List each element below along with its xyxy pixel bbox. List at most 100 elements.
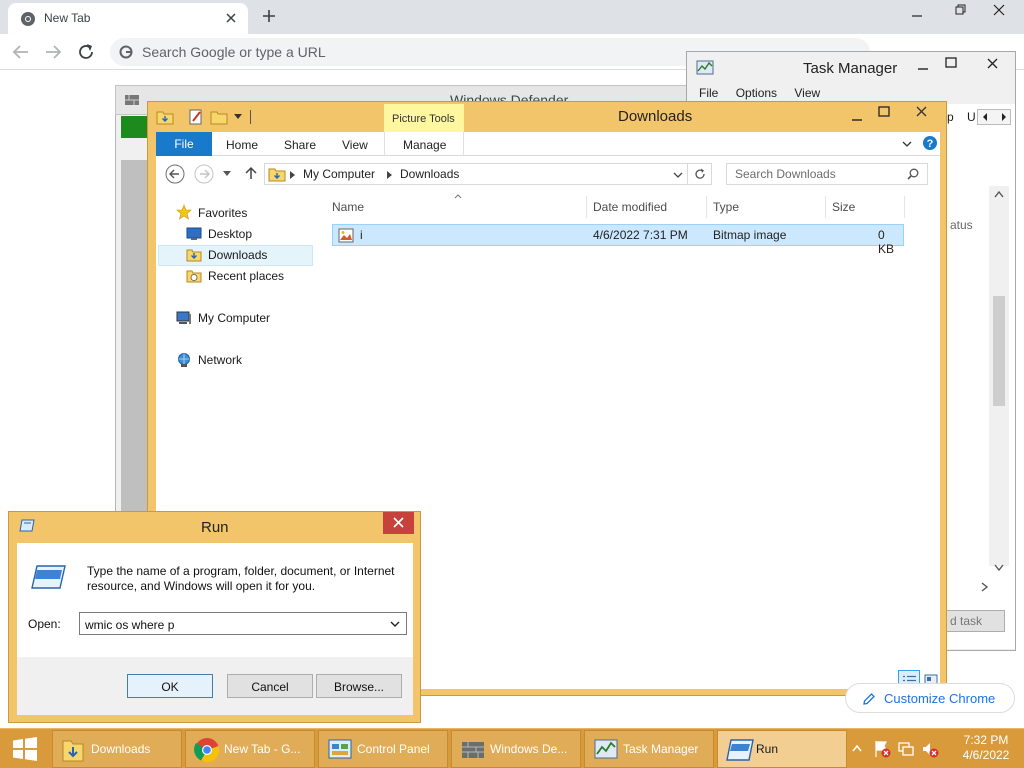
tm-scroll-thumb[interactable] [993,296,1005,406]
refresh-button[interactable] [688,163,712,185]
ribbon-tab-home[interactable]: Home [226,138,258,152]
help-icon[interactable]: ? [922,135,938,151]
network-tray-icon[interactable] [897,740,915,758]
run-title: Run [201,519,229,536]
tm-tab-fragment-b[interactable]: U [967,110,976,124]
new-folder-icon[interactable] [210,108,228,126]
minimize-chrome-icon[interactable] [911,10,923,22]
ribbon-tab-share[interactable]: Share [284,138,316,152]
nav-forward-icon[interactable] [194,164,214,184]
breadcrumb-my-computer[interactable]: My Computer [303,167,375,181]
column-separator[interactable] [825,196,826,218]
taskbar-explorer-icon [62,740,84,762]
column-separator[interactable] [586,196,587,218]
nav-back-icon[interactable] [165,164,185,184]
nav-network[interactable]: Network [198,353,242,367]
ribbon-tab-file[interactable]: File [156,132,212,156]
nav-downloads[interactable]: Downloads [208,248,267,262]
chrome-tab-new-tab[interactable]: New Tab [8,3,248,34]
explorer-close-button[interactable] [900,102,944,122]
new-tab-icon[interactable] [262,9,276,23]
ribbon-tab-manage[interactable]: Manage [403,138,446,152]
system-clock[interactable]: 7:32 PM 4/6/2022 [952,733,1020,763]
ok-button[interactable]: OK [127,674,213,698]
properties-icon[interactable] [188,108,204,126]
nav-favorites[interactable]: Favorites [198,206,247,220]
cancel-button[interactable]: Cancel [227,674,313,698]
column-separator[interactable] [706,196,707,218]
tm-scroll-right-icon[interactable] [981,582,989,592]
run-titlebar-icon [19,519,35,532]
close-tab-icon[interactable] [226,13,236,23]
taskbar-item-windows-defender[interactable]: Windows De... [451,730,581,768]
tm-scroll-up-icon[interactable] [994,190,1004,198]
address-bar[interactable]: My Computer Downloads [264,163,688,185]
taskbar-label-downloads: Downloads [91,742,151,756]
column-separator[interactable] [904,196,905,218]
tm-menu-view[interactable]: View [794,86,820,100]
taskbar-item-control-panel[interactable]: Control Panel [318,730,448,768]
explorer-titlebar[interactable]: Picture Tools Downloads [148,102,946,132]
run-history-dropdown[interactable] [385,613,406,634]
address-dropdown-icon[interactable] [673,172,683,178]
column-header-size[interactable]: Size [832,200,855,214]
tm-tab-scroll[interactable] [977,109,1011,125]
taskbar-item-task-manager[interactable]: Task Manager [584,730,714,768]
customize-chrome-label: Customize Chrome [884,691,996,706]
show-hidden-icons-icon[interactable] [852,745,862,752]
file-size: 0 KB [878,228,895,256]
forward-icon[interactable] [44,44,62,60]
browse-button[interactable]: Browse... [316,674,402,698]
tm-tab-fragment-a[interactable]: p [947,110,954,124]
taskbar-item-downloads[interactable]: Downloads [52,730,182,768]
bitmap-file-icon [338,228,354,243]
column-header-name[interactable]: Name [332,200,364,214]
pencil-icon [863,693,875,705]
address-folder-icon [268,168,286,182]
column-header-type[interactable]: Type [713,200,739,214]
tm-close-button[interactable] [973,53,1013,73]
column-header-date-modified[interactable]: Date modified [593,200,667,214]
restore-chrome-icon[interactable] [955,4,967,16]
volume-muted-icon[interactable] [921,740,939,758]
recent-locations-icon[interactable] [223,171,231,176]
nav-my-computer[interactable]: My Computer [198,311,270,325]
nav-recent-places[interactable]: Recent places [208,269,284,283]
tm-scroll-down-icon[interactable] [994,564,1004,572]
run-description: Type the name of a program, folder, docu… [87,564,395,593]
taskbar-control-panel-icon [328,739,352,759]
tm-end-task-button[interactable]: d task [945,610,1005,632]
my-computer-icon [176,311,191,324]
tm-minimize-icon[interactable] [917,60,929,72]
breadcrumb-separator-icon[interactable] [290,171,295,179]
breadcrumb-downloads[interactable]: Downloads [400,167,459,181]
taskbar-item-run[interactable]: Run [717,730,847,768]
expand-ribbon-icon[interactable] [902,141,912,147]
nav-desktop[interactable]: Desktop [208,227,252,241]
breadcrumb-separator-icon-2[interactable] [387,171,392,179]
explorer-maximize-icon[interactable] [878,106,890,118]
file-row[interactable]: i 4/6/2022 7:31 PM Bitmap image 0 KB [332,224,904,256]
tm-menu-file[interactable]: File [699,86,718,100]
back-icon[interactable] [12,44,30,60]
up-one-level-icon[interactable] [245,166,257,180]
taskbar-item-chrome[interactable]: New Tab - G... [185,730,315,768]
run-close-button[interactable] [383,512,414,534]
tm-maximize-icon[interactable] [945,57,957,69]
search-downloads-input[interactable]: Search Downloads [726,163,928,185]
close-chrome-icon[interactable] [993,4,1005,16]
chrome-tab-title: New Tab [44,11,91,25]
action-center-flag-icon[interactable] [873,740,891,758]
explorer-minimize-icon[interactable] [851,112,863,124]
search-icon[interactable] [907,168,919,180]
reload-icon[interactable] [77,43,95,61]
start-button[interactable] [0,729,50,768]
run-command-input[interactable] [79,612,407,635]
ribbon-tab-view[interactable]: View [342,138,368,152]
quick-access-dropdown-icon[interactable] [234,114,242,120]
customize-chrome-button[interactable]: Customize Chrome [845,683,1015,713]
tm-status-column[interactable]: atus [950,218,973,232]
tm-menu-options[interactable]: Options [736,86,777,100]
downloads-folder-icon [186,249,202,262]
task-manager-menubar: File Options View [699,86,834,100]
